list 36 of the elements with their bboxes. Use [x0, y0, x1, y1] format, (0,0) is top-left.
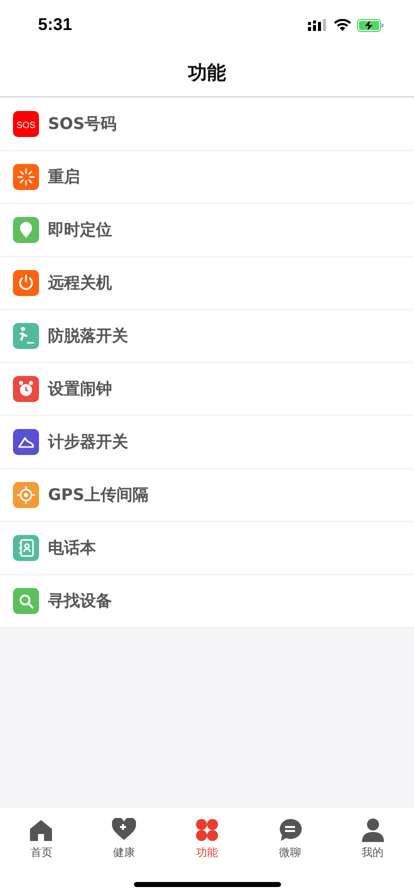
page-title: 功能	[188, 61, 226, 86]
function-item[interactable]: 电话本	[0, 522, 414, 575]
function-item[interactable]: 防脱落开关	[0, 310, 414, 363]
tab-item[interactable]: 微聊	[248, 818, 332, 860]
function-item[interactable]: 远程关机	[0, 257, 414, 310]
function-label: 电话本	[48, 538, 96, 558]
signal-icon	[308, 19, 328, 31]
tab-item[interactable]: 我的	[331, 818, 414, 860]
function-item[interactable]: 设置闹钟	[0, 363, 414, 416]
person-icon	[360, 818, 385, 842]
function-label: 计步器开关	[48, 432, 128, 452]
function-label: 远程关机	[48, 272, 112, 294]
function-label: 重启	[48, 166, 80, 188]
tab-item[interactable]: 首页	[0, 818, 83, 860]
status-time: 5:31	[38, 15, 72, 35]
clover-icon	[194, 818, 219, 842]
function-item[interactable]: 计步器开关	[0, 416, 414, 469]
heart-plus-icon	[112, 818, 136, 842]
battery-charging-icon	[357, 18, 384, 32]
home-icon	[29, 818, 54, 842]
function-label: SOS号码	[48, 114, 117, 134]
function-item[interactable]: 寻找设备	[0, 575, 414, 628]
wifi-icon	[334, 19, 351, 31]
function-label: 设置闹钟	[48, 378, 112, 400]
tab-item[interactable]: 功能	[166, 818, 248, 860]
function-label: 即时定位	[48, 220, 112, 240]
chat-bubble-icon	[278, 818, 302, 842]
function-item[interactable]: 重启	[0, 151, 414, 204]
function-item[interactable]: SOS SOS号码	[0, 98, 414, 151]
function-item[interactable]: 即时定位	[0, 204, 414, 257]
function-label: GPS上传间隔	[48, 484, 148, 506]
tab-item[interactable]: 健康	[82, 818, 166, 860]
sos-icon: SOS	[13, 111, 39, 137]
function-item[interactable]: GPS上传间隔	[0, 469, 414, 522]
function-label: 寻找设备	[48, 590, 112, 612]
function-label: 防脱落开关	[48, 326, 128, 346]
